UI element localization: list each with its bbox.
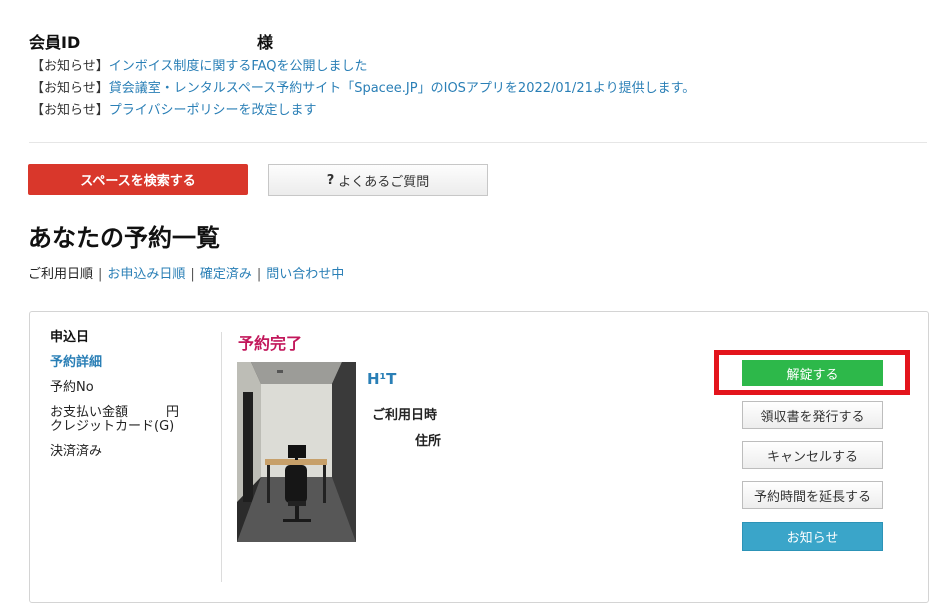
sort-link-inquiry[interactable]: 問い合わせ中 xyxy=(266,267,344,282)
page-title: あなたの予約一覧 xyxy=(28,224,220,252)
search-space-button[interactable]: スペースを検索する xyxy=(28,164,248,195)
notice-item: 【お知らせ】インボイス制度に関するFAQを公開しました xyxy=(31,56,695,78)
sort-separator: | xyxy=(256,267,262,282)
usage-datetime-label: ご利用日時 xyxy=(372,408,438,423)
divider xyxy=(29,142,927,143)
reservation-card: 申込日 予約詳細 予約No お支払い金額円 クレジットカード(G) 決済済み 予… xyxy=(29,311,929,603)
cancel-reservation-button[interactable]: キャンセルする xyxy=(742,441,883,469)
payment-status: 決済済み xyxy=(50,444,103,459)
faq-label: よくあるご質問 xyxy=(338,174,430,190)
unlock-highlight: 解錠する xyxy=(714,350,910,395)
faq-button[interactable]: ? よくあるご質問 xyxy=(268,164,488,196)
member-id-label: 会員ID xyxy=(29,33,81,52)
notice-link[interactable]: インボイス制度に関するFAQを公開しました xyxy=(109,59,368,74)
sort-link-confirmed[interactable]: 確定済み xyxy=(200,267,252,282)
notice-button[interactable]: お知らせ xyxy=(742,522,883,551)
address-label: 住所 xyxy=(415,434,442,449)
honorific: 様 xyxy=(257,33,274,52)
member-id-heading: 会員ID 様 xyxy=(29,29,273,53)
reservation-summary: 申込日 予約詳細 予約No お支払い金額円 クレジットカード(G) 決済済み xyxy=(50,328,179,461)
reservation-status: 予約完了 xyxy=(238,334,303,353)
payment-method: クレジットカード(G) xyxy=(50,419,175,434)
notice-link[interactable]: プライバシーポリシーを改定します xyxy=(109,103,317,118)
notice-item: 【お知らせ】プライバシーポリシーを改定します xyxy=(31,100,695,122)
space-name-link[interactable]: H¹T xyxy=(367,370,396,388)
applied-date-label: 申込日 xyxy=(50,330,90,345)
sort-options: ご利用日順 | お申込み日順 | 確定済み | 問い合わせ中 xyxy=(28,263,344,282)
column-divider xyxy=(221,332,222,582)
notice-tag: 【お知らせ】 xyxy=(31,103,109,118)
reservation-detail-link[interactable]: 予約詳細 xyxy=(50,353,179,372)
extend-time-button[interactable]: 予約時間を延長する xyxy=(742,481,883,509)
notice-tag: 【お知らせ】 xyxy=(31,81,109,96)
sort-link-applied[interactable]: お申込み日順 xyxy=(107,267,185,282)
space-photo[interactable] xyxy=(237,362,356,542)
sort-separator: | xyxy=(98,267,103,282)
unlock-button[interactable]: 解錠する xyxy=(742,360,883,386)
notice-list: 【お知らせ】インボイス制度に関するFAQを公開しました 【お知らせ】貸会議室・レ… xyxy=(31,56,695,122)
notice-tag: 【お知らせ】 xyxy=(31,59,109,74)
notice-link[interactable]: 貸会議室・レンタルスペース予約サイト「Spacee.JP」のIOSアプリを202… xyxy=(109,81,696,96)
reservation-number-label: 予約No xyxy=(50,380,94,395)
sort-current: ご利用日順 xyxy=(28,267,94,282)
notice-item: 【お知らせ】貸会議室・レンタルスペース予約サイト「Spacee.JP」のIOSア… xyxy=(31,78,695,100)
sort-separator: | xyxy=(190,267,195,282)
question-icon: ? xyxy=(326,172,335,188)
issue-receipt-button[interactable]: 領収書を発行する xyxy=(742,401,883,429)
